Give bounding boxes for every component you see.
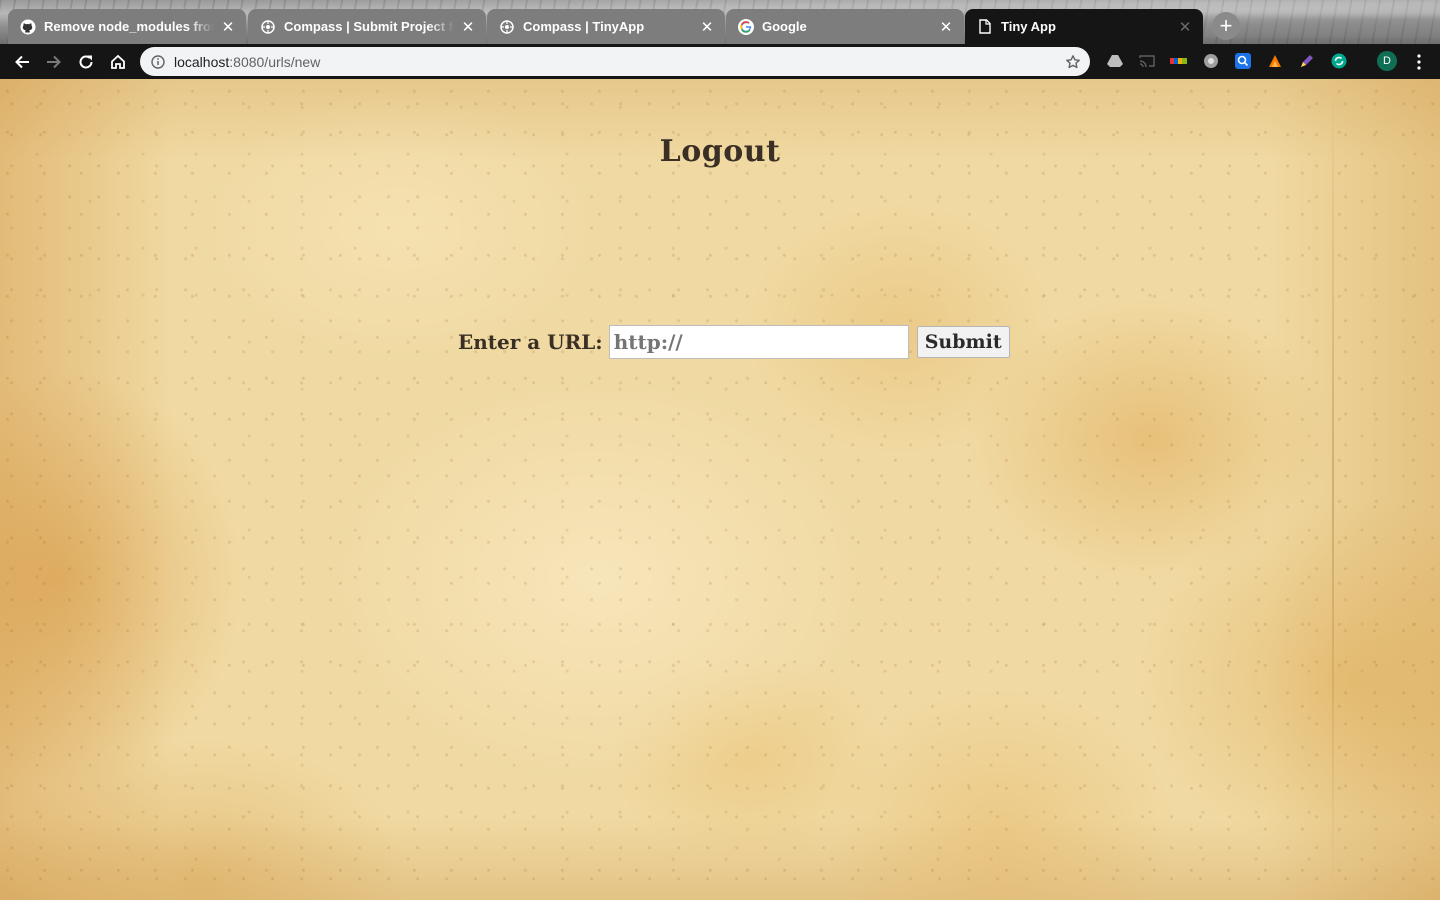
address-url: localhost:8080/urls/new bbox=[174, 54, 320, 70]
address-bar[interactable]: localhost:8080/urls/new bbox=[140, 47, 1090, 76]
home-icon bbox=[111, 54, 125, 69]
logout-link[interactable]: Logout bbox=[0, 134, 1440, 169]
back-button[interactable] bbox=[9, 49, 35, 75]
search-extension-icon[interactable] bbox=[1234, 52, 1252, 70]
tab-title: Compass | Submit Project for E bbox=[284, 19, 454, 34]
browser-menu-icon[interactable] bbox=[1410, 52, 1428, 72]
fox-extension-icon[interactable] bbox=[1266, 52, 1284, 70]
tab-compass-submit[interactable]: Compass | Submit Project for E ✕ bbox=[248, 9, 486, 44]
submit-button[interactable]: Submit bbox=[916, 326, 1010, 358]
reload-icon bbox=[79, 55, 93, 69]
close-tab-icon[interactable]: ✕ bbox=[1177, 19, 1193, 36]
tab-google[interactable]: Google ✕ bbox=[726, 9, 964, 44]
close-tab-icon[interactable]: ✕ bbox=[938, 19, 954, 36]
tab-title: Remove node_modules from gi bbox=[44, 19, 214, 34]
logout-label[interactable]: Logout bbox=[660, 134, 781, 169]
back-arrow-icon bbox=[15, 55, 29, 69]
tab-title: Tiny App bbox=[1001, 19, 1056, 34]
address-host: localhost bbox=[174, 53, 230, 70]
drive-icon[interactable] bbox=[1106, 52, 1124, 70]
new-url-form: Enter a URL: Submit bbox=[458, 325, 1010, 359]
google-icon bbox=[738, 18, 754, 35]
extension-circle-icon[interactable] bbox=[1202, 52, 1220, 70]
tab-compass-tinyapp[interactable]: Compass | TinyApp ✕ bbox=[487, 9, 725, 44]
url-input[interactable] bbox=[608, 325, 909, 359]
sync-extension-icon[interactable] bbox=[1330, 52, 1348, 70]
tab-github[interactable]: Remove node_modules from gi ✕ bbox=[8, 9, 246, 44]
close-tab-icon[interactable]: ✕ bbox=[460, 19, 476, 36]
close-tab-icon[interactable]: ✕ bbox=[699, 19, 715, 36]
url-label: Enter a URL: bbox=[458, 330, 603, 354]
compass-icon bbox=[499, 19, 515, 35]
bookmark-star-icon[interactable] bbox=[1064, 53, 1082, 71]
forward-arrow-icon bbox=[47, 55, 61, 69]
browser-toolbar: localhost:8080/urls/new D bbox=[0, 44, 1440, 79]
profile-avatar[interactable]: D bbox=[1377, 51, 1397, 71]
site-info-icon[interactable] bbox=[150, 54, 166, 70]
reload-button[interactable] bbox=[73, 49, 99, 75]
pen-extension-icon[interactable] bbox=[1298, 52, 1316, 70]
ebay-icon[interactable] bbox=[1170, 52, 1188, 70]
address-path: :8080/urls/new bbox=[229, 53, 321, 70]
github-icon bbox=[20, 19, 36, 35]
tab-title: Compass | TinyApp bbox=[523, 19, 645, 34]
new-tab-button[interactable]: + bbox=[1212, 12, 1240, 40]
paper-texture bbox=[1332, 79, 1334, 900]
document-icon bbox=[977, 19, 993, 35]
close-tab-icon[interactable]: ✕ bbox=[220, 19, 236, 36]
page-viewport: Logout Enter a URL: Submit bbox=[0, 79, 1440, 900]
cast-icon[interactable] bbox=[1138, 52, 1156, 70]
forward-button[interactable] bbox=[41, 49, 67, 75]
home-button[interactable] bbox=[105, 49, 131, 75]
tab-tiny-app[interactable]: Tiny App ✕ bbox=[965, 9, 1203, 44]
compass-icon bbox=[260, 19, 276, 35]
tab-strip: Remove node_modules from gi ✕ Compass | … bbox=[0, 0, 1440, 44]
tab-title: Google bbox=[762, 19, 807, 34]
